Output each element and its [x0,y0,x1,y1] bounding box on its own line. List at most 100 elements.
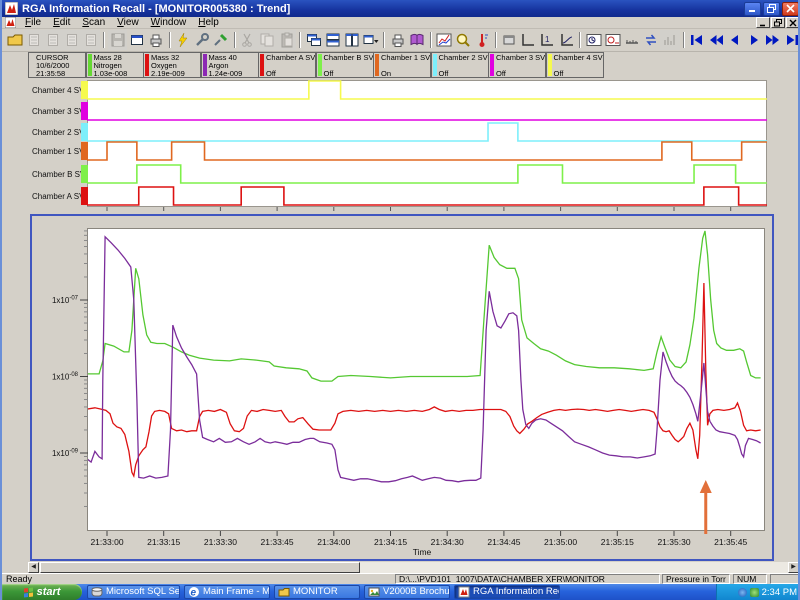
windows-flag-icon [24,587,33,597]
tile-horizontal-button[interactable] [323,30,342,50]
title-bar[interactable]: RGA Information Recall - [MONITOR005380 … [2,0,800,17]
taskbar-clock: 2:34 PM [762,587,797,598]
menu-edit[interactable]: Edit [47,17,76,29]
signal-label-chamber-1-sv: Chamber 1 SV [32,147,84,156]
tray-shield-icon[interactable] [750,588,759,597]
taskbar-task-1[interactable]: Microsoft SQL Server ... [87,585,180,599]
menu-help[interactable]: Help [192,17,225,29]
taskbar-task-3[interactable]: MONITOR [274,585,360,599]
document-icon[interactable] [2,17,19,28]
status-extra-panel [770,574,799,584]
tray-network-icon[interactable] [738,588,747,597]
restore-button[interactable] [763,2,780,16]
task-label: RGA Information Rec... [473,586,560,598]
lock-file-button[interactable] [62,30,81,50]
help-book-button[interactable] [407,30,426,50]
vcr-last-button[interactable] [783,30,800,50]
channel-value: Off [439,70,487,78]
menu-view[interactable]: View [111,17,145,29]
taskbar-task-2[interactable]: eMain Frame - Microso... [184,585,270,599]
channel-chamber-4-sv: Chamber 4 SV Off [546,52,604,78]
toolbar-separator [430,32,432,48]
new-window-button[interactable] [127,30,146,50]
image-icon [368,586,380,598]
channel-color-bar [145,54,149,76]
channel-value: On [381,70,429,78]
menu-window[interactable]: Window [145,17,193,29]
signal-label-chamber-3-sv: Chamber 3 SV [32,107,84,116]
print-button[interactable] [388,30,407,50]
frame-button[interactable] [500,30,519,50]
cascade-windows-button[interactable] [304,30,323,50]
channel-value: 21:35:58 [36,70,84,78]
time-cursor-button[interactable] [603,30,622,50]
channel-color-bar [375,54,379,76]
file-info-button[interactable] [81,30,100,50]
time-range-button[interactable] [584,30,603,50]
toolbar-separator [169,32,171,48]
menu-bar: FileEditScanViewWindowHelp [2,17,800,29]
page-setup-button[interactable] [147,30,166,50]
menu-file[interactable]: File [19,17,47,29]
window-options-button[interactable] [361,30,380,50]
axis-log-button[interactable] [557,30,576,50]
paste-button[interactable] [277,30,296,50]
mdi-close-button[interactable] [786,17,800,28]
trend-plot-area[interactable] [87,228,765,531]
tune-button[interactable] [193,30,212,50]
horizontal-scrollbar[interactable]: ◀ ▶ [28,562,799,573]
system-tray: 2:34 PM [716,584,800,600]
channel-color-bar [88,54,92,76]
calibrate-button[interactable] [212,30,231,50]
swap-axes-button[interactable] [641,30,660,50]
measure-button[interactable] [622,30,641,50]
channel-value: Off [324,70,372,78]
vcr-rewind-button[interactable] [707,30,726,50]
mdi-restore-button[interactable] [771,17,785,28]
channel-value: Off [266,70,314,78]
cursor-panel: CURSOR10/6/200021:35:58 [28,52,86,78]
toolbar-separator [234,32,236,48]
signal-color-chip [81,123,88,141]
vcr-fast-forward-button[interactable] [764,30,783,50]
signal-label-chamber-a-sv: Chamber A SV [32,192,84,201]
vcr-first-button[interactable] [688,30,707,50]
trend-chart-button[interactable] [435,30,454,50]
axis-auto-button[interactable] [519,30,538,50]
task-label: MONITOR [293,586,338,598]
cut-button[interactable] [239,30,258,50]
open-button[interactable] [5,30,24,50]
channel-value: 1.24e-009 [209,70,257,78]
close-button[interactable] [782,2,799,16]
channel-chamber-1-sv: Chamber 1 SV On [373,52,431,78]
toolbar-separator [495,32,497,48]
levels-button[interactable] [660,30,679,50]
copy-button[interactable] [258,30,277,50]
probe-button[interactable] [473,30,492,50]
vcr-step-back-button[interactable] [726,30,745,50]
channel-value: 2.19e-009 [151,70,199,78]
vcr-play-button[interactable] [745,30,764,50]
scrollbar-thumb[interactable] [40,562,360,573]
channel-color-bar [260,54,264,76]
scroll-right-button[interactable]: ▶ [788,562,799,573]
taskbar-task-5[interactable]: RGA Information Rec... [454,585,560,599]
start-button[interactable]: start [2,584,82,600]
channel-chamber-3-sv: Chamber 3 SV Off [488,52,546,78]
channel-color-bar [548,54,552,76]
minimize-button[interactable] [744,2,761,16]
save-button[interactable] [108,30,127,50]
axis-linear-button[interactable]: 1 [538,30,557,50]
acquire-button[interactable] [174,30,193,50]
open-readonly-button[interactable] [24,30,43,50]
close-file-button[interactable] [43,30,62,50]
tile-vertical-button[interactable] [342,30,361,50]
taskbar-task-4[interactable]: V2000B Brochure.bm... [364,585,450,599]
mdi-minimize-button[interactable] [756,17,770,28]
signal-plot-area[interactable] [87,80,767,207]
scroll-left-button[interactable]: ◀ [28,562,39,573]
zoom-button[interactable] [454,30,473,50]
signal-color-chip [81,102,88,120]
channel-label: Chamber 4 SV [554,54,602,62]
menu-scan[interactable]: Scan [76,17,111,29]
